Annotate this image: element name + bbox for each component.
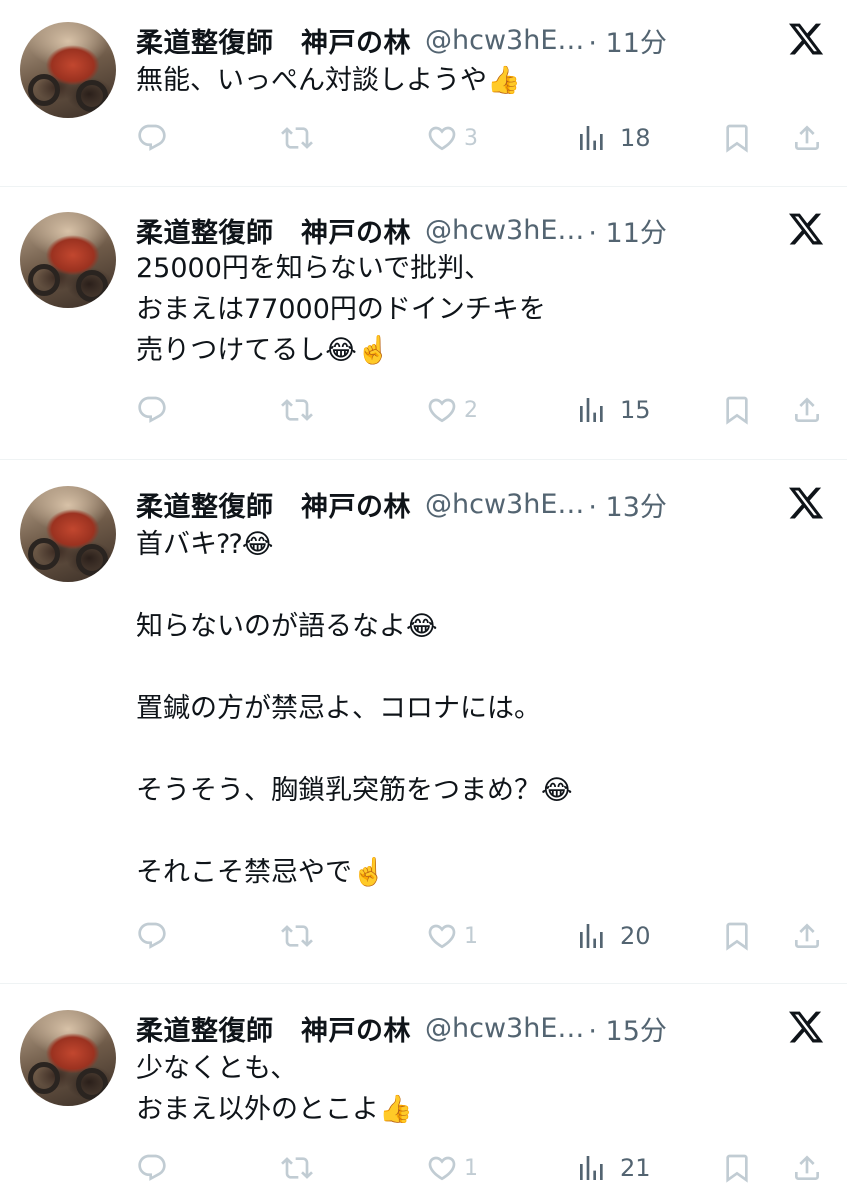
divider [0, 459, 847, 460]
reply-button[interactable] [136, 916, 174, 956]
tweet-header: 柔道整復師 神戸の林 @hcw3hE… · 11分 [136, 211, 667, 250]
display-name[interactable]: 柔道整復師 神戸の林 [136, 485, 411, 524]
views-button[interactable]: 15 [576, 390, 651, 430]
like-button[interactable]: 1 [426, 916, 478, 956]
share-icon [795, 125, 819, 150]
tweet-header: 柔道整復師 神戸の林 @hcw3hE… · 15分 [136, 1009, 667, 1048]
view-count: 18 [620, 124, 651, 152]
share-icon [795, 1155, 819, 1180]
reply-icon [138, 1154, 166, 1181]
like-count: 1 [464, 1155, 478, 1181]
like-count: 3 [464, 125, 478, 151]
x-logo-icon [788, 1011, 824, 1043]
reply-button[interactable] [136, 1148, 174, 1188]
display-name[interactable]: 柔道整復師 神戸の林 [136, 21, 411, 60]
tweet[interactable]: 柔道整復師 神戸の林 @hcw3hE… · 11分 無能、いっぺん対談しようや👍… [0, 0, 847, 186]
display-name[interactable]: 柔道整復師 神戸の林 [136, 211, 411, 250]
heart-icon [428, 924, 456, 949]
reply-icon [138, 124, 166, 151]
retweet-icon [281, 127, 313, 149]
tweet[interactable]: 柔道整復師 神戸の林 @hcw3hE… · 13分 首バキ⁇😂 知らないのが語る… [0, 464, 847, 980]
reply-icon [138, 922, 166, 949]
share-button[interactable] [791, 1148, 823, 1188]
heart-icon [428, 398, 456, 423]
views-icon [580, 126, 603, 150]
views-icon [580, 398, 603, 422]
reply-button[interactable] [136, 390, 174, 430]
views-button[interactable]: 18 [576, 118, 651, 158]
handle[interactable]: @hcw3hE… [425, 25, 584, 56]
retweet-icon [281, 399, 313, 421]
share-icon [795, 397, 819, 422]
handle[interactable]: @hcw3hE… [425, 1013, 584, 1044]
retweet-button[interactable] [281, 390, 319, 430]
retweet-button[interactable] [281, 118, 319, 158]
tweet[interactable]: 柔道整復師 神戸の林 @hcw3hE… · 11分 25000円を知らないで批判… [0, 190, 847, 458]
share-icon [795, 923, 819, 948]
bookmark-icon [726, 124, 748, 153]
share-button[interactable] [791, 390, 823, 430]
divider [0, 186, 847, 187]
x-logo-icon [788, 487, 824, 519]
views-icon [580, 1156, 603, 1180]
tweet-text: 無能、いっぺん対談しようや👍 [136, 65, 521, 96]
tweet-header: 柔道整復師 神戸の林 @hcw3hE… · 13分 [136, 485, 667, 524]
action-bar: 1 21 [136, 1148, 826, 1188]
action-bar: 2 15 [136, 390, 826, 430]
tweet-text: 25000円を知らないで批判、 おまえは77000円のドインチキを 売りつけてる… [136, 253, 546, 366]
retweet-icon [281, 925, 313, 947]
tweet[interactable]: 柔道整復師 神戸の林 @hcw3hE… · 15分 少なくとも、 おまえ以外のと… [0, 988, 847, 1200]
view-count: 20 [620, 922, 651, 950]
bookmark-icon [726, 396, 748, 425]
bookmark-button[interactable] [721, 916, 753, 956]
bookmark-button[interactable] [721, 1148, 753, 1188]
share-button[interactable] [791, 118, 823, 158]
retweet-icon [281, 1157, 313, 1179]
tweet-text: 首バキ⁇😂 知らないのが語るなよ😂 置鍼の方が禁忌よ、コロナには。 そうそう、胸… [136, 529, 573, 888]
bookmark-icon [726, 1154, 748, 1183]
tweet-header: 柔道整復師 神戸の林 @hcw3hE… · 11分 [136, 21, 667, 60]
share-button[interactable] [791, 916, 823, 956]
view-count: 15 [620, 396, 651, 424]
like-count: 2 [464, 397, 478, 423]
reply-button[interactable] [136, 118, 174, 158]
handle[interactable]: @hcw3hE… [425, 215, 584, 246]
views-button[interactable]: 21 [576, 1148, 651, 1188]
avatar[interactable] [20, 22, 116, 118]
like-count: 1 [464, 923, 478, 949]
timestamp[interactable]: · 15分 [588, 1009, 667, 1048]
display-name[interactable]: 柔道整復師 神戸の林 [136, 1009, 411, 1048]
action-bar: 3 18 [136, 118, 826, 158]
x-logo-icon [788, 23, 824, 55]
timestamp[interactable]: · 11分 [588, 211, 667, 250]
avatar[interactable] [20, 1010, 116, 1106]
like-button[interactable]: 2 [426, 390, 478, 430]
tweet-text: 少なくとも、 おまえ以外のとこよ👍 [136, 1053, 413, 1125]
handle[interactable]: @hcw3hE… [425, 489, 584, 520]
action-bar: 1 20 [136, 916, 826, 956]
retweet-button[interactable] [281, 1148, 319, 1188]
bookmark-button[interactable] [721, 390, 753, 430]
bookmark-icon [726, 922, 748, 951]
divider [0, 983, 847, 984]
retweet-button[interactable] [281, 916, 319, 956]
timestamp[interactable]: · 13分 [588, 485, 667, 524]
bookmark-button[interactable] [721, 118, 753, 158]
view-count: 21 [620, 1154, 651, 1182]
like-button[interactable]: 1 [426, 1148, 478, 1188]
avatar[interactable] [20, 486, 116, 582]
views-button[interactable]: 20 [576, 916, 651, 956]
like-button[interactable]: 3 [426, 118, 478, 158]
reply-icon [138, 396, 166, 423]
heart-icon [428, 1156, 456, 1181]
heart-icon [428, 126, 456, 151]
x-logo-icon [788, 213, 824, 245]
views-icon [580, 924, 603, 948]
avatar[interactable] [20, 212, 116, 308]
timestamp[interactable]: · 11分 [588, 21, 667, 60]
